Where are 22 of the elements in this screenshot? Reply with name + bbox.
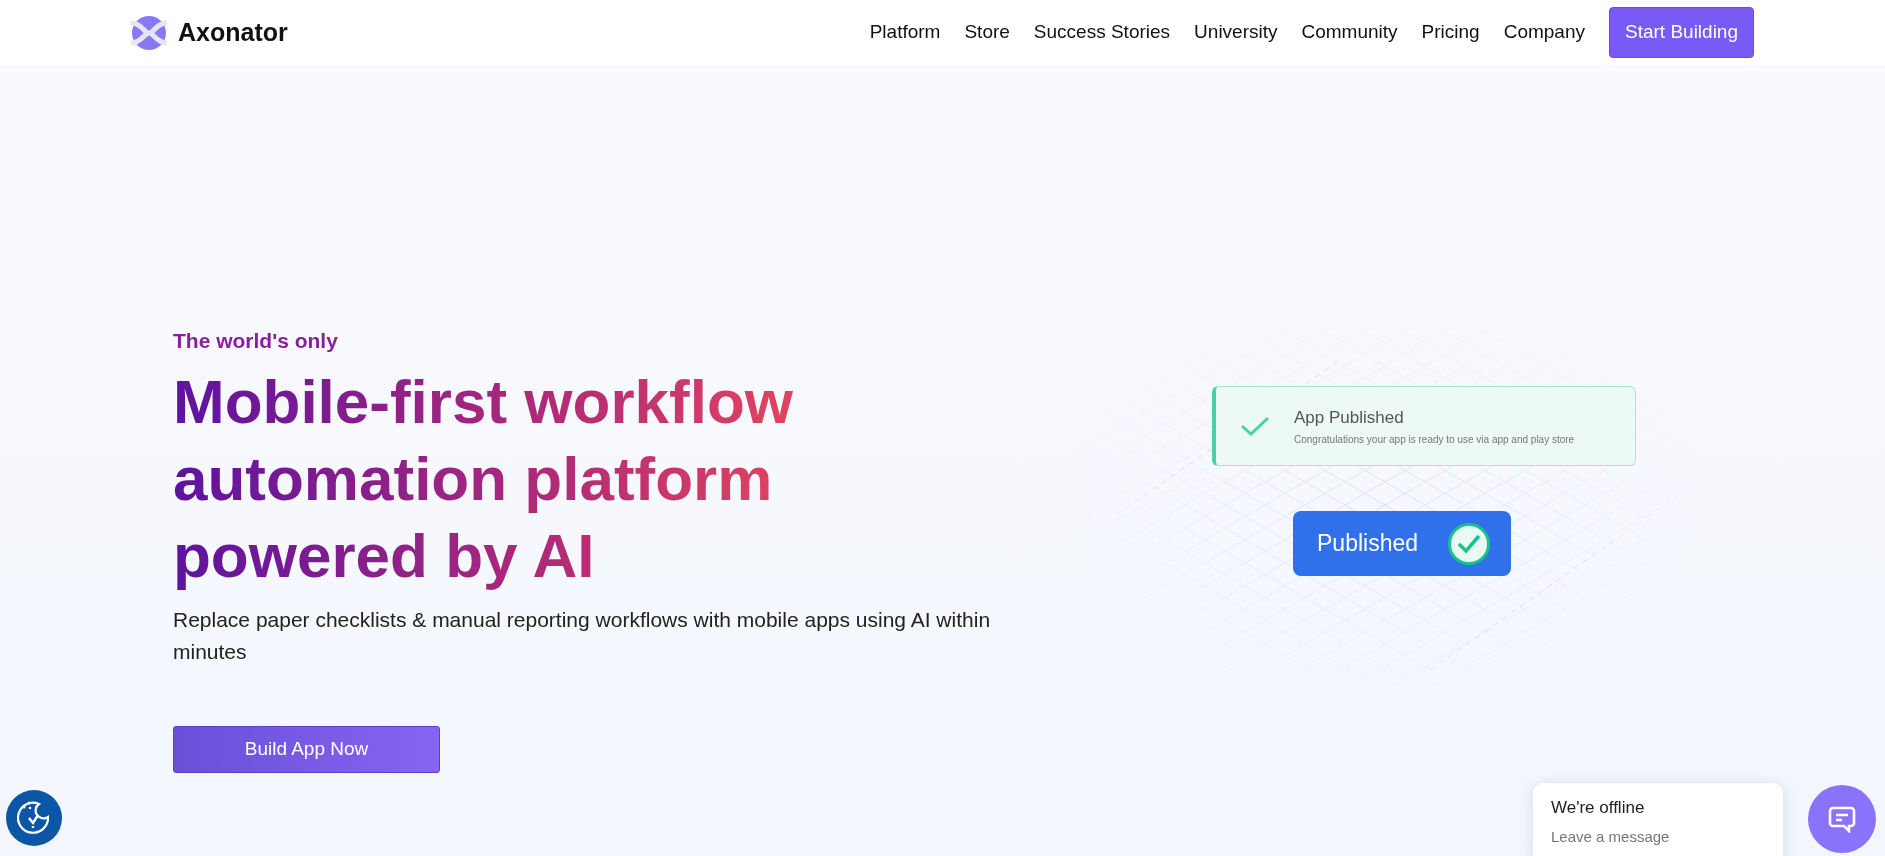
badge-label: Published [1317,529,1419,559]
notification-text: Congratulations your app is ready to use via app and play store [1294,433,1575,448]
nav-link[interactable]: Community [1301,18,1398,47]
logo-icon [128,14,170,51]
nav-link[interactable]: Company [1503,18,1585,47]
chat-status: We're offline [1551,797,1646,819]
build-app-button[interactable]: Build App Now [173,725,440,773]
start-building-button[interactable]: Start Building [1609,7,1754,58]
hero-subtitle: Replace paper checklists & manual reporting workflows with mobile apps using AI within minutes [173,606,992,665]
check-icon [1240,415,1270,437]
nav-link[interactable]: Pricing [1421,18,1480,47]
notification-title: App Published [1294,406,1405,429]
eyebrow-text: The world's only [173,328,339,354]
nav-link[interactable]: Platform [869,18,941,47]
check-circle-icon [1447,521,1491,566]
chat-subtitle: Leave a message [1551,826,1671,847]
brand-link[interactable]: Axonator [128,13,288,52]
message-icon [1827,805,1857,833]
nav-link[interactable]: Success Stories [1033,18,1171,47]
nav-link[interactable]: University [1194,18,1278,47]
nav-link[interactable]: Store [964,18,1010,47]
cookie-settings-button[interactable] [6,790,62,846]
